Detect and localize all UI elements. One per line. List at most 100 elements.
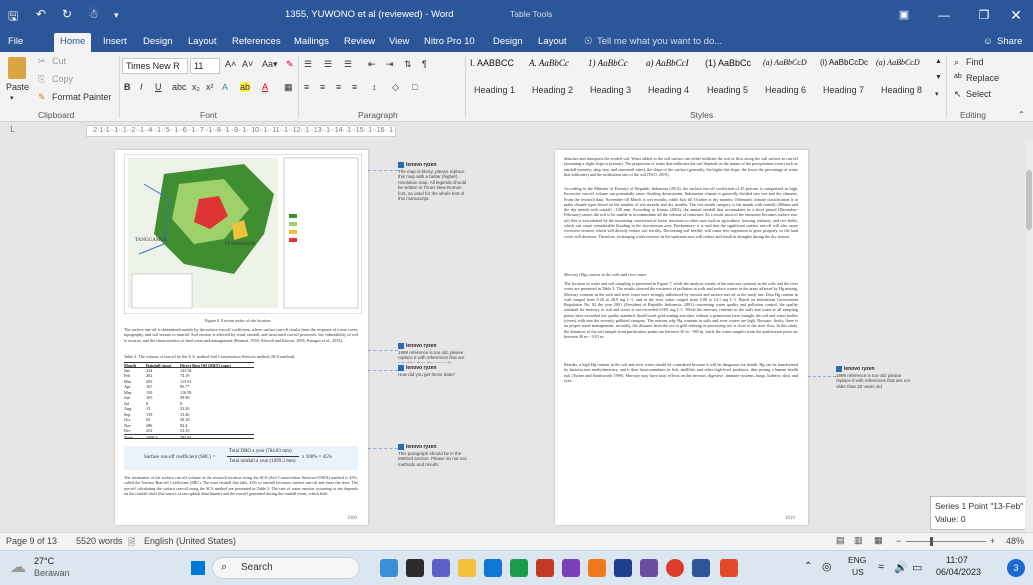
style-heading3[interactable]: Heading 3: [590, 85, 631, 95]
ribbon-display-options-icon[interactable]: ▣: [884, 4, 924, 26]
collapse-ribbon-icon[interactable]: ⌃: [1018, 110, 1025, 119]
wifi-icon[interactable]: ≈: [878, 561, 884, 573]
tab-table-layout[interactable]: Layout: [538, 36, 567, 47]
style-heading5[interactable]: Heading 5: [707, 85, 748, 95]
comment-3[interactable]: lenovo ryzen How did you get these data?: [398, 365, 468, 383]
comment-1[interactable]: lenovo ryzen The map is blurry; please re…: [398, 162, 468, 202]
copy-button[interactable]: Copy: [52, 74, 73, 84]
font-name-box[interactable]: Times New R: [122, 58, 188, 74]
style-heading1-preview[interactable]: I. AABBCC: [470, 58, 514, 68]
web-layout-icon[interactable]: ▦: [874, 535, 883, 546]
align-left-icon[interactable]: ≡: [304, 82, 309, 92]
onenote-icon[interactable]: [562, 559, 580, 577]
excel-icon[interactable]: [510, 559, 528, 577]
zoom-out-icon[interactable]: −: [896, 536, 901, 546]
shading-icon[interactable]: ▦: [284, 82, 293, 93]
bullets-icon[interactable]: ☰: [304, 59, 312, 70]
highlight-icon[interactable]: ab: [240, 82, 251, 92]
line-spacing-icon[interactable]: ↕: [372, 82, 377, 92]
shrink-font-icon[interactable]: A˅: [242, 59, 253, 69]
grow-font-icon[interactable]: A˄: [225, 59, 236, 69]
style-heading6[interactable]: Heading 6: [765, 85, 806, 95]
share-button[interactable]: Share: [997, 36, 1022, 47]
horizontal-ruler[interactable]: ·2·1·1··1··1··2··1··4··1··5··1··6··1··7·…: [86, 125, 396, 137]
tab-mailings[interactable]: Mailings: [294, 36, 329, 47]
styles-scroll-down-icon[interactable]: ▼: [935, 74, 942, 81]
comment-2[interactable]: lenovo ryzen 1999 reference is too old; p…: [398, 343, 468, 363]
zoom-slider-thumb[interactable]: [930, 537, 933, 546]
style-heading4-preview[interactable]: a) AaBbCcI: [646, 58, 689, 68]
format-painter-button[interactable]: Format Painter: [52, 92, 112, 102]
notification-badge[interactable]: 3: [1007, 559, 1025, 577]
proofing-icon[interactable]: 🗎: [128, 535, 135, 551]
tab-file[interactable]: File: [8, 36, 23, 47]
vertical-scrollbar[interactable]: [1025, 140, 1033, 532]
styles-more-icon[interactable]: ▾: [935, 90, 939, 98]
tab-view[interactable]: View: [389, 36, 409, 47]
word-icon[interactable]: [692, 559, 710, 577]
style-heading6-preview[interactable]: (a) AaBbCcD: [763, 58, 807, 67]
paste-button[interactable]: Paste: [6, 82, 29, 92]
comment-5[interactable]: lenovo ryzen 1999 reference is too old; p…: [836, 366, 912, 388]
center-icon[interactable]: ≡: [320, 82, 325, 92]
style-heading2-preview[interactable]: A. AaBbCc: [529, 58, 569, 68]
clock-time[interactable]: 11:07: [946, 555, 968, 565]
underline-icon[interactable]: U: [155, 82, 162, 92]
network-tray-icon[interactable]: ◎: [822, 560, 832, 573]
clear-formatting-icon[interactable]: ✎: [286, 59, 294, 70]
windows-start-icon[interactable]: [191, 561, 205, 575]
weather-description[interactable]: Berawan: [34, 568, 70, 578]
weather-temperature[interactable]: 27°C: [34, 556, 54, 566]
increase-indent-icon[interactable]: ⇥: [386, 59, 394, 70]
undo-icon[interactable]: ↶: [36, 7, 46, 21]
teams-icon[interactable]: [432, 559, 450, 577]
taskbar-app-icon[interactable]: [380, 559, 398, 577]
multilevel-list-icon[interactable]: ☰: [344, 59, 352, 70]
style-heading4[interactable]: Heading 4: [648, 85, 689, 95]
accessibility-icon[interactable]: ☃: [88, 7, 99, 21]
style-heading1[interactable]: Heading 1: [474, 85, 515, 95]
font-size-box[interactable]: 11: [190, 58, 220, 74]
font-color-icon[interactable]: A: [262, 82, 268, 92]
select-button[interactable]: Select: [966, 89, 991, 99]
battery-icon[interactable]: ▭: [912, 561, 922, 574]
style-heading7-preview[interactable]: (i) AaBbCcDc: [820, 58, 868, 67]
decrease-indent-icon[interactable]: ⇤: [368, 59, 376, 70]
paste-dropdown-icon[interactable]: ▾: [10, 94, 14, 102]
search-box[interactable]: ⌕ Search: [212, 557, 360, 579]
change-case-icon[interactable]: Aa▾: [262, 59, 278, 70]
task-view-icon[interactable]: [406, 559, 424, 577]
volume-icon[interactable]: 🔊: [894, 561, 908, 574]
borders-icon[interactable]: □: [412, 82, 417, 92]
close-button[interactable]: ✕: [996, 4, 1033, 26]
find-button[interactable]: Find: [966, 57, 984, 67]
save-icon[interactable]: 🖫: [8, 7, 18, 28]
print-layout-icon[interactable]: ▥: [854, 535, 863, 546]
page-right[interactable]: detaches and transports the eroded soil.…: [555, 150, 808, 525]
paste-icon[interactable]: [8, 57, 26, 79]
style-heading2[interactable]: Heading 2: [532, 85, 573, 95]
style-heading8-preview[interactable]: (a) AaBbCcD: [876, 58, 920, 67]
input-language-bottom[interactable]: US: [852, 567, 864, 577]
styles-scroll-up-icon[interactable]: ▲: [935, 58, 942, 65]
text-effects-icon[interactable]: A: [222, 82, 228, 92]
comment-4[interactable]: lenovo ryzen This paragraph should be in …: [398, 444, 468, 466]
file-explorer-icon[interactable]: [458, 559, 476, 577]
tab-home[interactable]: Home: [54, 33, 92, 52]
replace-button[interactable]: Replace: [966, 73, 999, 83]
chrome-icon[interactable]: [666, 559, 684, 577]
strikethrough-icon[interactable]: abc: [172, 82, 187, 92]
paragraph-shading-icon[interactable]: ◇: [392, 82, 399, 93]
weather-icon[interactable]: ☁: [10, 557, 26, 577]
powerpoint-icon[interactable]: [536, 559, 554, 577]
tab-selector-icon[interactable]: └: [8, 126, 14, 136]
show-marks-icon[interactable]: ¶: [422, 59, 427, 69]
tab-nitro-pro[interactable]: Nitro Pro 10: [424, 36, 475, 47]
input-language-top[interactable]: ENG: [848, 555, 866, 565]
page-count[interactable]: Page 9 of 13: [6, 536, 57, 546]
superscript-icon[interactable]: x²: [206, 82, 214, 92]
redo-icon[interactable]: ↻: [62, 7, 72, 21]
zoom-slider[interactable]: [906, 541, 986, 542]
style-heading8[interactable]: Heading 8: [881, 85, 922, 95]
bold-icon[interactable]: B: [124, 82, 131, 92]
